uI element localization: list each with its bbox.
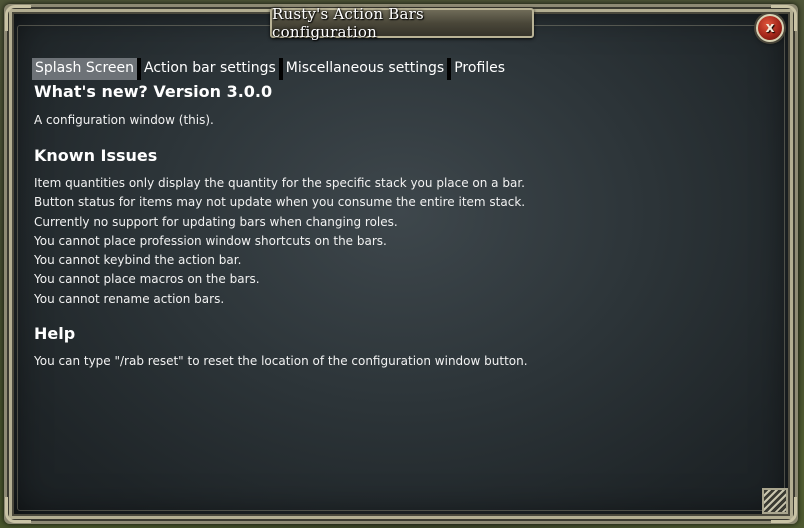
whats-new-heading: What's new? Version 3.0.0 [34, 82, 273, 101]
known-issue-item: You cannot keybind the action bar. [34, 253, 242, 268]
help-heading: Help [34, 324, 76, 343]
known-issue-item: You cannot place profession window short… [34, 233, 387, 248]
tab-action-bar-settings[interactable]: Action bar settings [141, 58, 279, 80]
window-title-bar[interactable]: Rusty's Action Bars configuration [270, 5, 534, 41]
known-issue-item: You cannot rename action bars. [34, 291, 225, 306]
window-title: Rusty's Action Bars configuration [272, 5, 424, 41]
known-issue-item: You cannot place macros on the bars. [34, 272, 260, 287]
frame-corner-ornament [5, 5, 31, 31]
known-issues-list: Item quantities only display the quantit… [34, 174, 525, 309]
help-text: You can type "/rab reset" to reset the l… [34, 354, 528, 368]
tab-profiles[interactable]: Profiles [451, 58, 508, 80]
frame-corner-ornament [5, 497, 31, 523]
resize-grip-icon[interactable] [762, 488, 788, 514]
tab-miscellaneous-settings[interactable]: Miscellaneous settings [283, 58, 447, 80]
tab-splash-screen[interactable]: Splash Screen [32, 58, 137, 80]
game-background: Rusty's Action Bars configuration x Spla… [0, 0, 804, 528]
whats-new-text: A configuration window (this). [34, 113, 214, 127]
close-icon: x [765, 20, 775, 36]
close-button[interactable]: x [756, 14, 784, 42]
known-issue-item: Button status for items may not update w… [34, 195, 526, 210]
known-issues-heading: Known Issues [34, 146, 158, 165]
known-issue-item: Currently no support for updating bars w… [34, 214, 398, 229]
known-issue-item: Item quantities only display the quantit… [34, 176, 525, 190]
tab-bar: Splash Screen Action bar settings Miscel… [32, 58, 508, 80]
